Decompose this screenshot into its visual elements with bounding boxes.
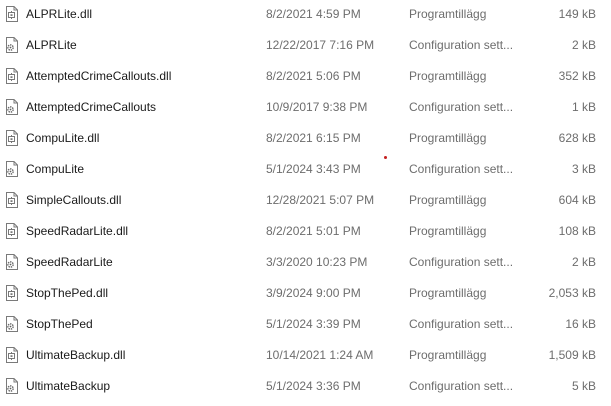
file-name: StopThePed <box>26 317 93 331</box>
file-size: 1,509 kB <box>548 348 596 362</box>
file-size: 149 kB <box>558 7 596 21</box>
file-name: ALPRLite <box>26 38 77 52</box>
file-size: 604 kB <box>558 193 596 207</box>
file-row[interactable]: CompuLite 5/1/2024 3:43 PM Configuration s… <box>0 158 611 180</box>
file-row[interactable]: SpeedRadarLite.dll 8/2/2021 5:01 PM Progra… <box>0 220 611 242</box>
file-type: Configuration sett... <box>409 162 514 176</box>
file-type: Programtillägg <box>409 193 487 207</box>
file-row[interactable]: StopThePed 5/1/2024 3:39 PM Configuration … <box>0 313 611 335</box>
file-type: Configuration sett... <box>409 255 514 269</box>
file-size: 2 kB <box>571 38 596 52</box>
file-row[interactable]: AttemptedCrimeCallouts 10/9/2017 9:38 PM C… <box>0 96 611 118</box>
file-type: Programtillägg <box>409 224 487 238</box>
file-size: 16 kB <box>565 317 596 331</box>
file-date-modified: 3/9/2024 9:00 PM <box>266 286 361 300</box>
config-file-icon <box>5 378 19 394</box>
file-type: Configuration sett... <box>409 38 514 52</box>
file-size: 1 kB <box>571 100 596 114</box>
file-size: 628 kB <box>558 131 596 145</box>
file-name: ALPRLite.dll <box>26 7 93 21</box>
file-row[interactable]: CompuLite.dll 8/2/2021 6:15 PM Programtill… <box>0 127 611 149</box>
file-type: Configuration sett... <box>409 100 514 114</box>
file-date-modified: 8/2/2021 5:06 PM <box>266 69 361 83</box>
config-file-icon <box>5 254 19 270</box>
file-row[interactable]: ALPRLite.dll 8/2/2021 4:59 PM Programtillä… <box>0 3 611 25</box>
file-name: AttemptedCrimeCallouts.dll <box>26 69 172 83</box>
file-name: CompuLite <box>26 162 85 176</box>
red-dot-marker <box>384 156 387 159</box>
file-date-modified: 8/2/2021 6:15 PM <box>266 131 361 145</box>
file-type: Programtillägg <box>409 7 487 21</box>
file-name: CompuLite.dll <box>26 131 100 145</box>
file-size: 2,053 kB <box>548 286 596 300</box>
dll-file-icon <box>5 347 19 363</box>
file-date-modified: 8/2/2021 5:01 PM <box>266 224 361 238</box>
file-name: AttemptedCrimeCallouts <box>26 100 157 114</box>
config-file-icon <box>5 161 19 177</box>
file-size: 352 kB <box>558 69 596 83</box>
file-row[interactable]: ALPRLite 12/22/2017 7:16 PM Configuration … <box>0 34 611 56</box>
dll-file-icon <box>5 285 19 301</box>
file-type: Programtillägg <box>409 69 487 83</box>
dll-file-icon <box>5 192 19 208</box>
file-date-modified: 5/1/2024 3:39 PM <box>266 317 361 331</box>
file-date-modified: 12/22/2017 7:16 PM <box>266 38 375 52</box>
file-type: Programtillägg <box>409 131 487 145</box>
file-date-modified: 10/14/2021 1:24 AM <box>266 348 374 362</box>
file-type: Configuration sett... <box>409 379 514 393</box>
file-name: UltimateBackup <box>26 379 111 393</box>
config-file-icon <box>5 316 19 332</box>
file-name: StopThePed.dll <box>26 286 109 300</box>
file-date-modified: 8/2/2021 4:59 PM <box>266 7 361 21</box>
file-date-modified: 5/1/2024 3:43 PM <box>266 162 361 176</box>
file-date-modified: 10/9/2017 9:38 PM <box>266 100 368 114</box>
dll-file-icon <box>5 130 19 146</box>
file-date-modified: 12/28/2021 5:07 PM <box>266 193 375 207</box>
file-name: SpeedRadarLite <box>26 255 113 269</box>
file-size: 108 kB <box>558 224 596 238</box>
config-file-icon <box>5 99 19 115</box>
file-size: 5 kB <box>571 379 596 393</box>
file-size: 2 kB <box>571 255 596 269</box>
config-file-icon <box>5 37 19 53</box>
file-row[interactable]: StopThePed.dll 3/9/2024 9:00 PM Programtil… <box>0 282 611 304</box>
dll-file-icon <box>5 68 19 84</box>
file-name: UltimateBackup.dll <box>26 348 126 362</box>
file-row[interactable]: SimpleCallouts.dll 12/28/2021 5:07 PM Prog… <box>0 189 611 211</box>
file-row[interactable]: AttemptedCrimeCallouts.dll 8/2/2021 5:06 … <box>0 65 611 87</box>
file-row[interactable]: SpeedRadarLite 3/3/2020 10:23 PM Configura… <box>0 251 611 273</box>
file-row[interactable]: UltimateBackup.dll 10/14/2021 1:24 AM Prog… <box>0 344 611 366</box>
file-list: ALPRLite.dll 8/2/2021 4:59 PM Programtillä… <box>0 0 611 406</box>
dll-file-icon <box>5 6 19 22</box>
file-date-modified: 3/3/2020 10:23 PM <box>266 255 368 269</box>
file-type: Configuration sett... <box>409 317 514 331</box>
file-name: SpeedRadarLite.dll <box>26 224 129 238</box>
file-type: Programtillägg <box>409 348 487 362</box>
file-size: 3 kB <box>571 162 596 176</box>
file-type: Programtillägg <box>409 286 487 300</box>
file-row[interactable]: UltimateBackup 5/1/2024 3:36 PM Configurat… <box>0 375 611 397</box>
dll-file-icon <box>5 223 19 239</box>
file-name: SimpleCallouts.dll <box>26 193 122 207</box>
file-date-modified: 5/1/2024 3:36 PM <box>266 379 361 393</box>
